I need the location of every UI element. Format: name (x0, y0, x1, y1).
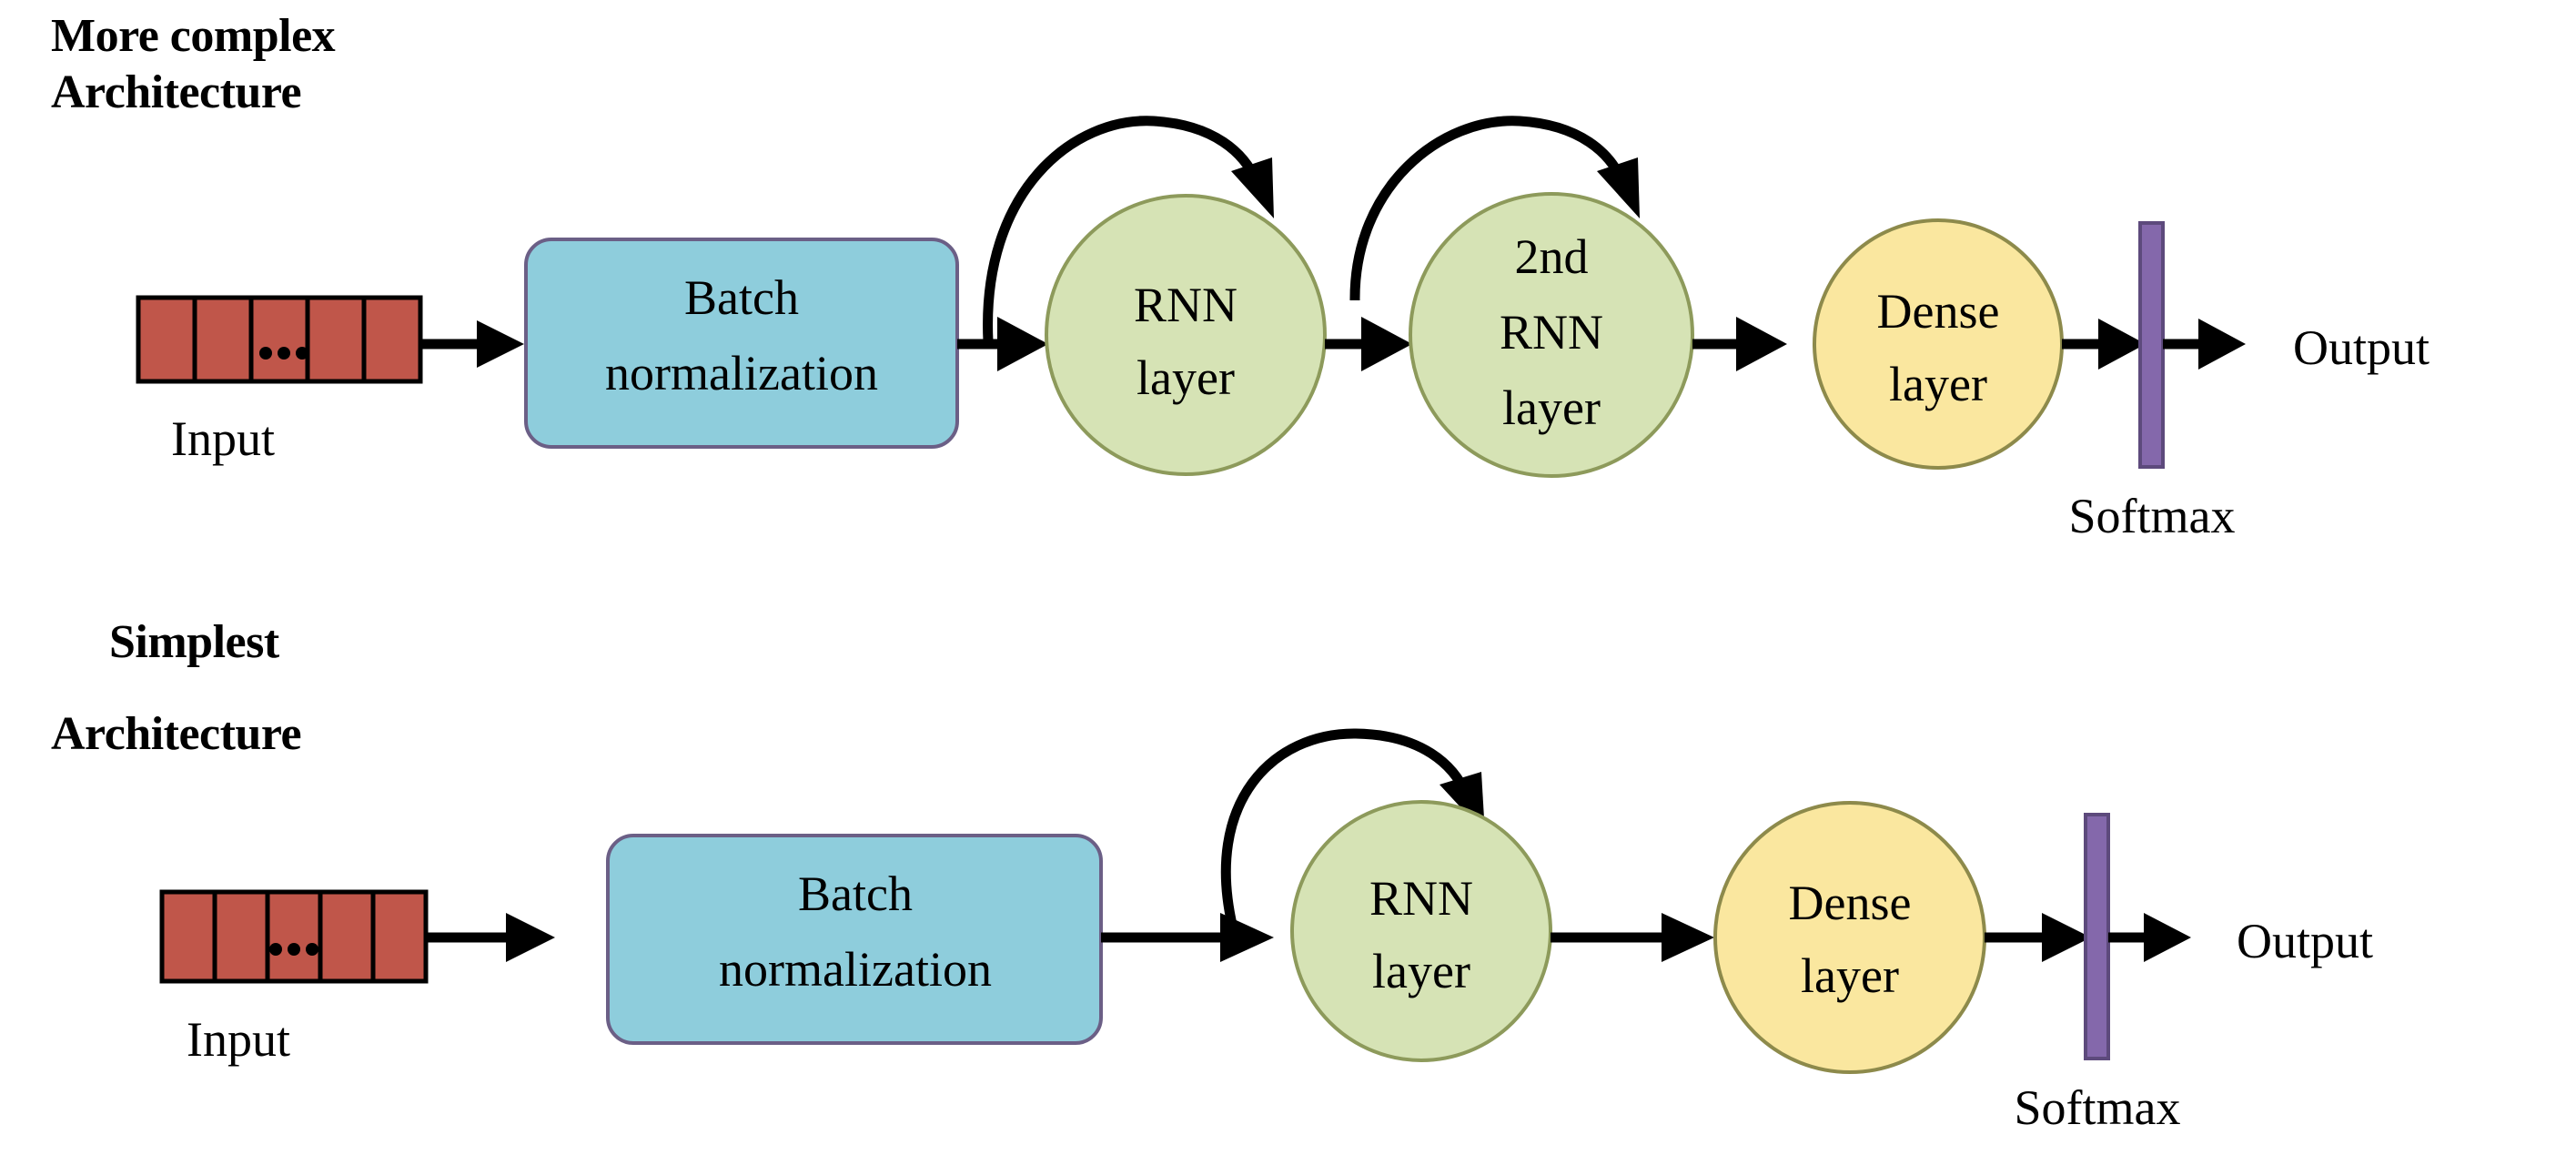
bottom-softmax-label: Softmax (2015, 1080, 2181, 1135)
top-arrow-batchnorm-to-rnn1 (957, 317, 1048, 371)
input-cell (248, 295, 310, 384)
input-cell (159, 889, 217, 984)
title-top-line1: More complex (51, 10, 336, 62)
bottom-batchnorm-line1: Batch (798, 866, 913, 921)
simplest-architecture-title: Simplest Architecture (51, 616, 302, 760)
top-dense-line1: Dense (1877, 284, 2000, 339)
input-cell (136, 295, 197, 384)
top-arrow-dense-to-softmax (2062, 319, 2146, 370)
input-cell (370, 889, 429, 984)
bottom-rnn-node: RNN layer (1290, 800, 1552, 1062)
top-rnn2-node: 2nd RNN layer (1409, 192, 1694, 478)
bottom-rnn-line1: RNN (1369, 871, 1473, 926)
top-arrow-rnn2-to-dense (1692, 317, 1787, 371)
input-ellipsis-icon (259, 347, 308, 360)
input-cell (318, 889, 376, 984)
bottom-batchnorm-line2: normalization (719, 942, 992, 997)
bottom-output-label: Output (2237, 914, 2373, 968)
top-rnn2-line3: layer (1502, 380, 1601, 435)
top-rnn1-line1: RNN (1134, 278, 1237, 332)
diagram-root: More complex Architecture Input Batch no… (0, 0, 2576, 1155)
top-batch-normalization-node: Batch normalization (524, 238, 959, 449)
bottom-batch-normalization-node: Batch normalization (606, 834, 1103, 1045)
top-arrow-softmax-to-output (2163, 319, 2246, 370)
title-top-line2: Architecture (51, 66, 301, 118)
input-ellipsis-icon (269, 943, 318, 956)
bottom-rnn-line2: layer (1372, 944, 1470, 998)
top-batchnorm-line1: Batch (684, 270, 799, 325)
input-cell (305, 295, 367, 384)
rnn-layer-circle (1045, 194, 1327, 476)
top-arrow-input-to-batchnorm (420, 320, 524, 368)
top-input-block (136, 295, 423, 384)
bottom-arrow-rnn-to-dense (1551, 913, 1714, 962)
bottom-arrow-dense-to-softmax (1985, 913, 2091, 962)
bottom-dense-node: Dense layer (1713, 801, 1986, 1074)
bottom-arrow-softmax-to-output (2108, 913, 2191, 962)
top-softmax-bar (2138, 221, 2165, 469)
top-rnn2-line1: 2nd (1515, 229, 1589, 284)
bottom-softmax-bar (2084, 813, 2110, 1060)
dense-layer-circle (1713, 801, 1986, 1074)
input-cell (265, 889, 323, 984)
top-dense-line2: layer (1889, 357, 1987, 411)
top-arrow-rnn1-to-rnn2 (1325, 317, 1412, 371)
input-cell (361, 295, 423, 384)
bottom-dense-line1: Dense (1789, 876, 1912, 930)
bottom-input-block (159, 889, 429, 984)
dense-layer-circle (1813, 218, 2064, 470)
top-rnn2-line2: RNN (1500, 305, 1603, 360)
more-complex-architecture-title: More complex Architecture (51, 10, 336, 118)
bottom-arrow-input-to-batchnorm (426, 913, 555, 962)
bottom-dense-line2: layer (1801, 948, 1899, 1003)
top-batchnorm-line2: normalization (605, 346, 878, 400)
top-softmax-label: Softmax (2069, 489, 2236, 543)
architecture-diagram: More complex Architecture Input Batch no… (51, 10, 2430, 1135)
input-cell (212, 889, 270, 984)
title-bottom-line2: Architecture (51, 708, 301, 760)
rnn-layer-circle (1290, 800, 1552, 1062)
top-rnn1-node: RNN layer (1045, 194, 1327, 476)
top-rnn1-line2: layer (1136, 350, 1235, 405)
top-output-label: Output (2293, 320, 2430, 375)
bottom-arrow-batchnorm-to-rnn (1101, 913, 1274, 962)
input-cell (192, 295, 254, 384)
top-dense-node: Dense layer (1813, 218, 2064, 470)
bottom-input-label: Input (187, 1012, 290, 1067)
top-input-label: Input (171, 411, 275, 466)
title-bottom-line1: Simplest (109, 616, 280, 668)
